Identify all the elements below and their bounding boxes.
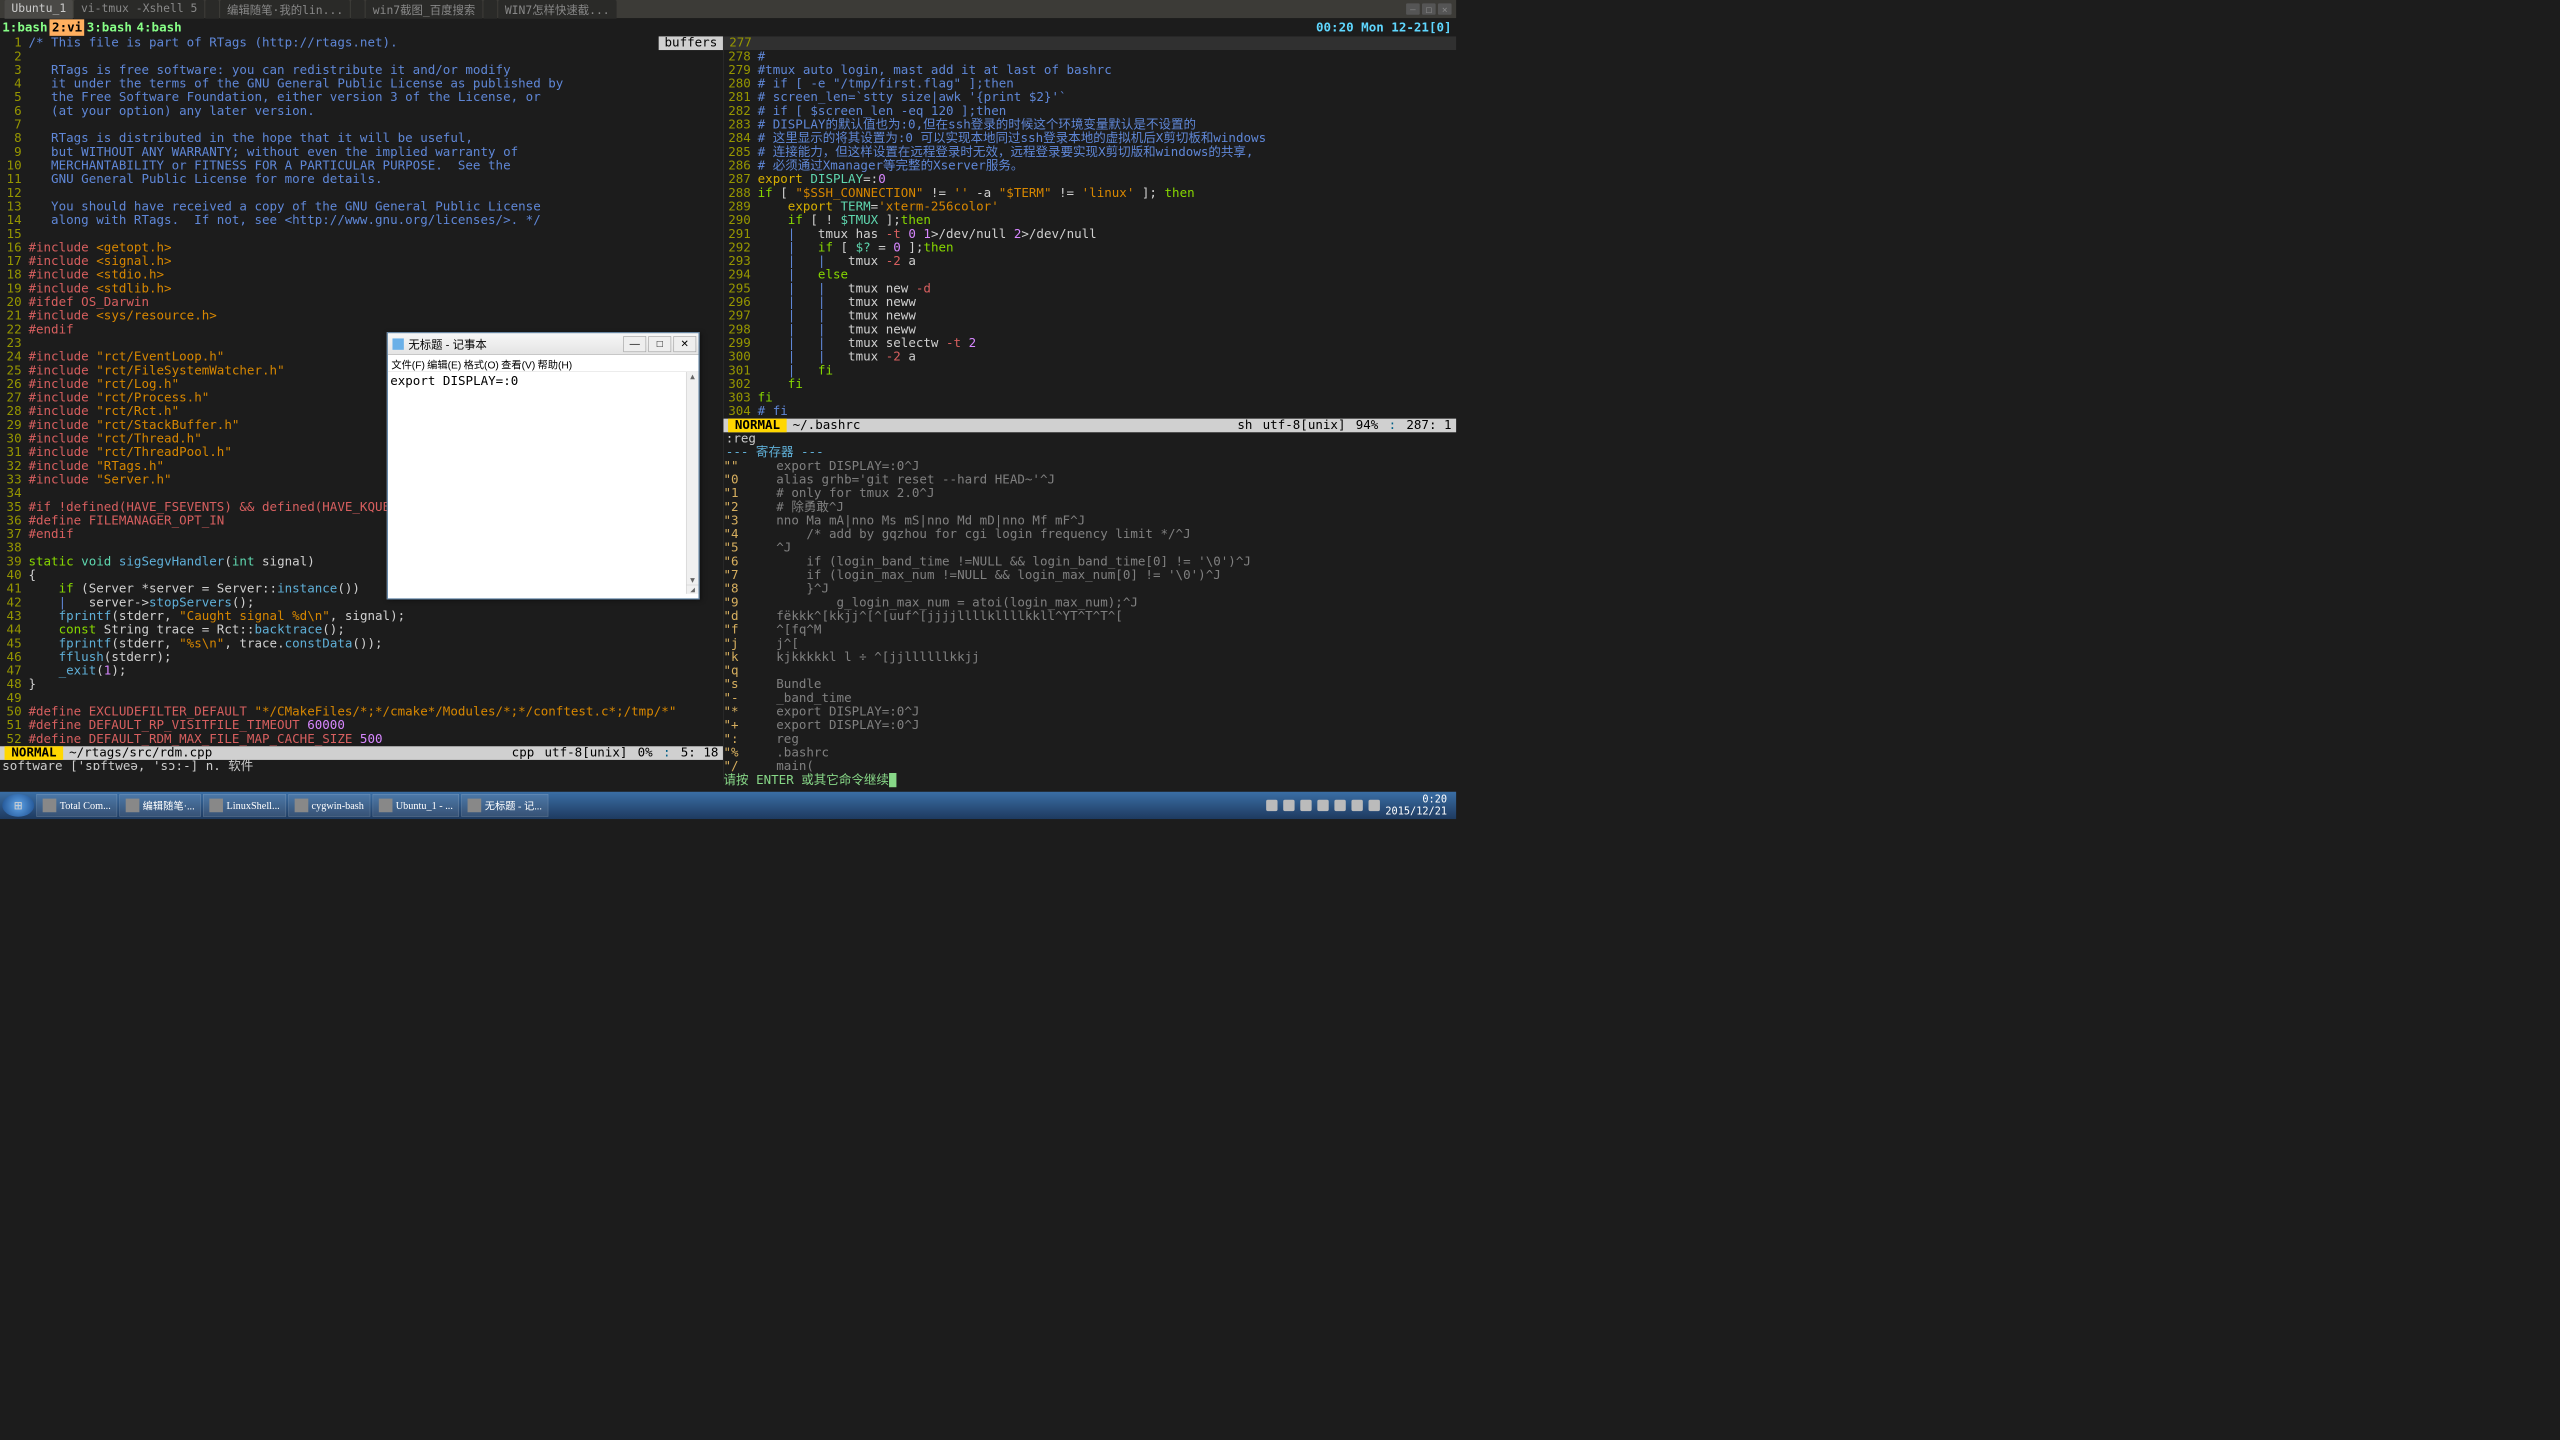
- tmux-clock: 00:20 Mon 12-21[0]: [1316, 20, 1456, 34]
- right-pct: 94%: [1356, 419, 1379, 433]
- title-tab[interactable]: Ubuntu_1: [5, 0, 73, 18]
- maximize-button[interactable]: □: [1422, 3, 1436, 14]
- window-controls: — □ ✕: [1406, 3, 1452, 14]
- left-enc: utf-8[unix]: [545, 746, 628, 760]
- title-tab[interactable]: [483, 0, 497, 18]
- notepad-window[interactable]: 无标题 - 记事本 — □ ✕ 文件(F)编辑(E)格式(O)查看(V)帮助(H…: [387, 332, 700, 599]
- np-maximize-button[interactable]: □: [648, 336, 671, 352]
- left-file: ~/rtags/src/rdm.cpp: [63, 746, 212, 760]
- tray-icon[interactable]: [1368, 800, 1379, 811]
- start-button[interactable]: ⊞: [2, 794, 34, 817]
- right-ft: sh: [1237, 419, 1252, 433]
- taskbar-item[interactable]: Total Com...: [36, 794, 117, 817]
- np-close-button[interactable]: ✕: [673, 336, 696, 352]
- taskbar-item[interactable]: 无标题 - 记...: [461, 794, 548, 817]
- title-tab[interactable]: vi-tmux -Xshell 5: [74, 0, 204, 18]
- register-list: "" export DISPLAY=:0^J"0 alias grhb='git…: [724, 460, 1457, 774]
- taskbar-app-icon: [294, 799, 308, 813]
- right-file: ~/.bashrc: [787, 419, 860, 433]
- taskbar-app-icon: [209, 799, 223, 813]
- taskbar-item[interactable]: 编辑随笔·...: [119, 794, 201, 817]
- tray-icon[interactable]: [1334, 800, 1345, 811]
- scroll-up-icon[interactable]: ▲: [687, 372, 699, 381]
- right-mode: NORMAL: [728, 419, 787, 433]
- np-menu-item[interactable]: 编辑(E): [427, 357, 461, 369]
- tmux-statusbar: 1:bash2:vi3:bash4:bash 00:20 Mon 12-21[0…: [0, 18, 1456, 36]
- right-pane: 277 278#279#tmux auto login, mast add it…: [724, 36, 1457, 781]
- tray-icon[interactable]: [1266, 800, 1277, 811]
- scroll-down-icon[interactable]: ▼: [687, 576, 699, 585]
- taskbar[interactable]: ⊞ Total Com...编辑随笔·...LinuxShell...cygwi…: [0, 792, 1456, 819]
- notepad-menu[interactable]: 文件(F)编辑(E)格式(O)查看(V)帮助(H): [388, 355, 699, 372]
- reg-header: --- 寄存器 ---: [724, 446, 1457, 460]
- tray-time[interactable]: 0:20: [1385, 793, 1447, 805]
- tmux-tab[interactable]: 3:bash: [84, 19, 134, 35]
- right-code[interactable]: 278#279#tmux auto login, mast add it at …: [724, 50, 1457, 419]
- np-menu-item[interactable]: 查看(V): [501, 357, 535, 369]
- tray-icon[interactable]: [1351, 800, 1362, 811]
- tmux-tab[interactable]: 1:bash: [0, 19, 50, 35]
- np-menu-item[interactable]: 帮助(H): [538, 357, 573, 369]
- notepad-titlebar[interactable]: 无标题 - 记事本 — □ ✕: [388, 333, 699, 355]
- left-statusline: NORMAL ~/rtags/src/rdm.cpp cpp utf-8[uni…: [0, 746, 723, 760]
- buffers-label: buffers: [659, 36, 723, 50]
- notepad-icon: [392, 338, 403, 349]
- left-mode: NORMAL: [5, 746, 64, 760]
- np-minimize-button[interactable]: —: [623, 336, 646, 352]
- close-button[interactable]: ✕: [1438, 3, 1452, 14]
- press-enter-prompt[interactable]: 请按 ENTER 或其它命令继续: [724, 774, 1457, 788]
- window-titlebar: Ubuntu_1vi-tmux -Xshell 5 编辑随笔·我的lin... wi…: [0, 0, 1456, 18]
- title-tab[interactable]: win7截图_百度搜索: [366, 0, 482, 18]
- left-ft: cpp: [512, 746, 535, 760]
- np-menu-item[interactable]: 格式(O): [464, 357, 499, 369]
- tray-icon[interactable]: [1283, 800, 1294, 811]
- left-cmdline[interactable]: software ['sɒftweə, 'sɔ:-] n. 软件: [0, 760, 723, 774]
- right-top-num: 277: [724, 36, 1457, 50]
- left-pct: 0%: [638, 746, 653, 760]
- taskbar-item[interactable]: Ubuntu_1 - ...: [372, 794, 459, 817]
- title-tab[interactable]: [351, 0, 365, 18]
- taskbar-app-icon: [126, 799, 140, 813]
- notepad-body[interactable]: export DISPLAY=:0 ▲ ▼ ◢: [388, 372, 699, 594]
- title-tab[interactable]: 编辑随笔·我的lin...: [220, 0, 350, 18]
- right-statusline: NORMAL ~/.bashrc sh utf-8[unix] 94% : 28…: [724, 419, 1457, 433]
- minimize-button[interactable]: —: [1406, 3, 1420, 14]
- tray-icon[interactable]: [1300, 800, 1311, 811]
- taskbar-item[interactable]: LinuxShell...: [203, 794, 286, 817]
- tray-icon[interactable]: [1317, 800, 1328, 811]
- notepad-content[interactable]: export DISPLAY=:0: [390, 374, 518, 388]
- notepad-title: 无标题 - 记事本: [408, 336, 486, 352]
- tmux-tab[interactable]: 4:bash: [134, 19, 184, 35]
- right-enc: utf-8[unix]: [1263, 419, 1346, 433]
- tray-date[interactable]: 2015/12/21: [1385, 805, 1447, 817]
- title-tab[interactable]: [205, 0, 219, 18]
- right-pos: 287: 1: [1406, 419, 1451, 433]
- notepad-scrollbar[interactable]: ▲ ▼ ◢: [686, 372, 699, 594]
- left-pos: 5: 18: [681, 746, 719, 760]
- tmux-tab[interactable]: 2:vi: [50, 19, 85, 35]
- system-tray[interactable]: 0:20 2015/12/21: [1266, 793, 1454, 817]
- np-menu-item[interactable]: 文件(F): [391, 357, 425, 369]
- taskbar-item[interactable]: cygwin-bash: [288, 794, 370, 817]
- reg-cmd: :reg: [724, 432, 1457, 446]
- title-tab[interactable]: WIN7怎样快速截...: [498, 0, 616, 18]
- taskbar-app-icon: [379, 799, 393, 813]
- taskbar-app-icon: [468, 799, 482, 813]
- taskbar-app-icon: [43, 799, 57, 813]
